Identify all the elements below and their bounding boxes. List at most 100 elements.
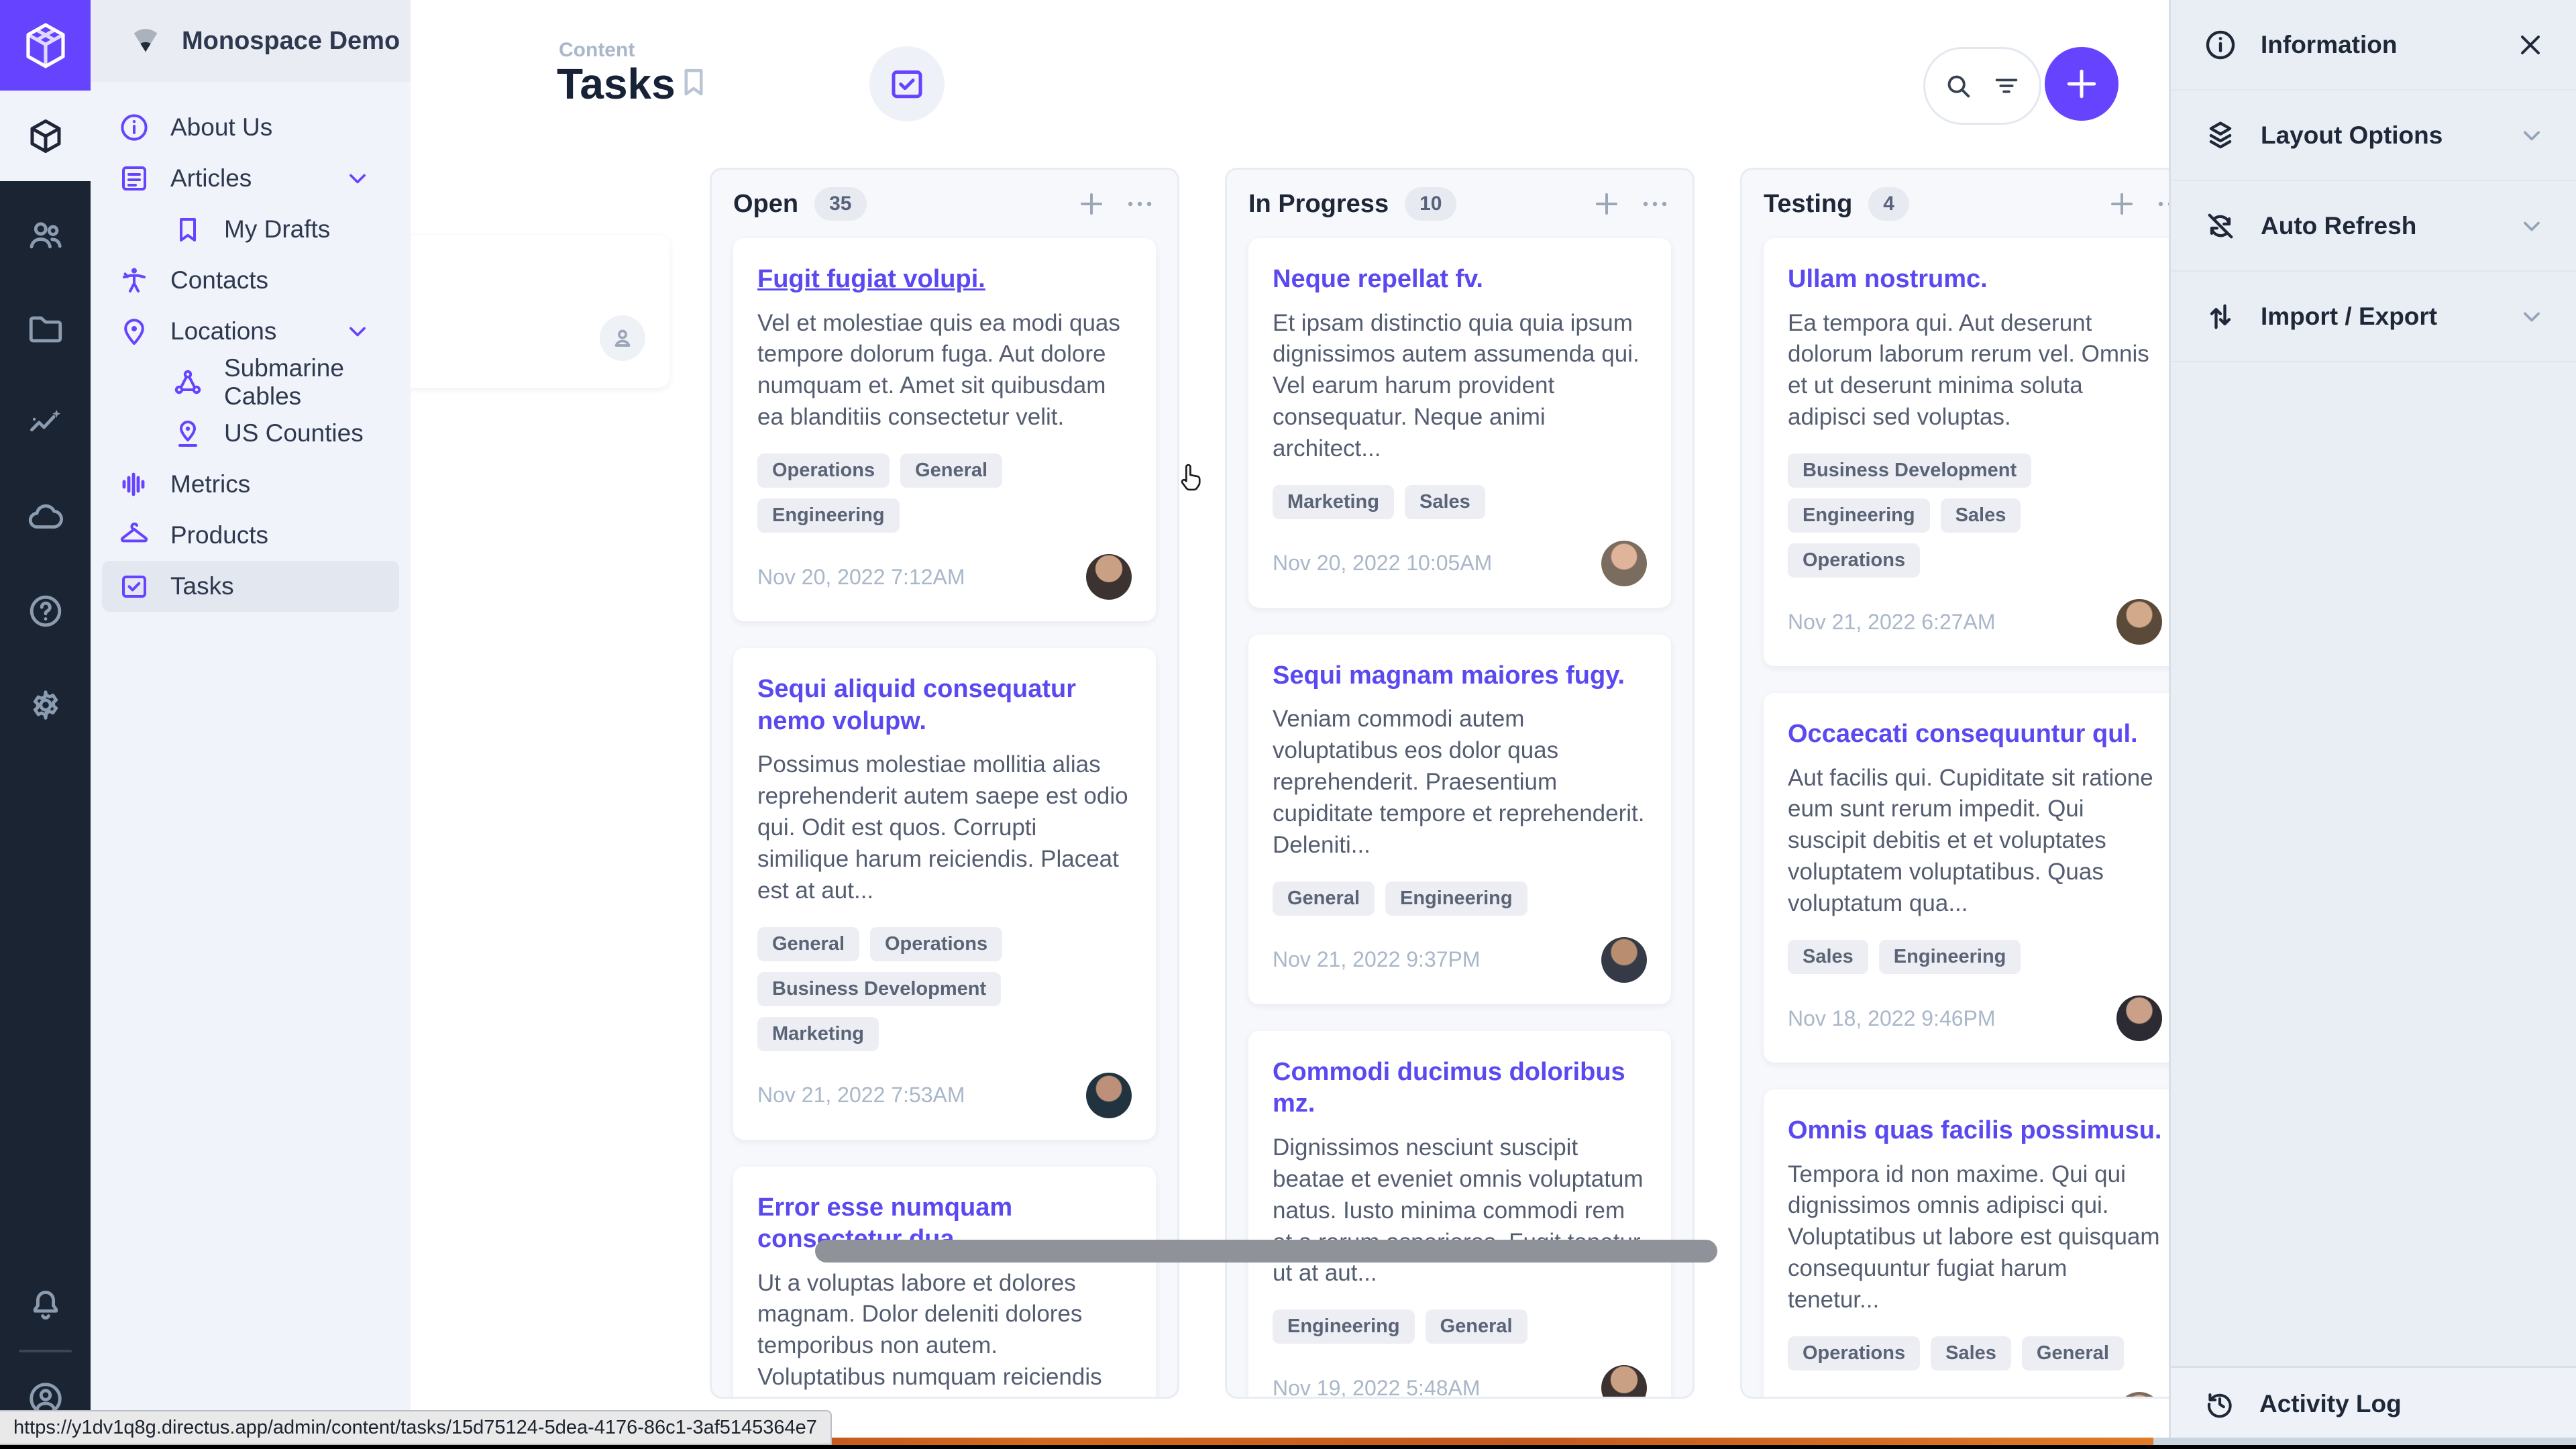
task-description: Veniam commodi autem voluptatibus eos do…	[1273, 704, 1647, 861]
layers-icon	[2203, 118, 2238, 153]
task-title[interactable]: Neque repellat fv.	[1273, 264, 1647, 296]
tag: Operations	[1788, 1336, 1920, 1371]
checkbox-icon	[118, 569, 150, 604]
nav-item-tasks[interactable]: Tasks	[102, 561, 399, 612]
hub-icon	[172, 365, 204, 400]
horizontal-scrollbar[interactable]	[815, 1240, 1717, 1263]
card-list: Ullam nostrumc. Ea tempora qui. Aut dese…	[1764, 238, 2169, 1399]
close-icon[interactable]	[2514, 29, 2546, 61]
bookmark-icon[interactable]	[676, 64, 712, 100]
task-card[interactable]: Ullam nostrumc. Ea tempora qui. Aut dese…	[1764, 238, 2169, 666]
column-menu-button[interactable]	[2154, 188, 2169, 220]
logo[interactable]	[0, 0, 91, 91]
panel-label: Auto Refresh	[2261, 212, 2416, 240]
tag: Sales	[1405, 485, 1485, 519]
nav-item-products[interactable]: Products	[102, 510, 399, 561]
activity-log-button[interactable]: Activity Log	[2171, 1366, 2576, 1440]
add-card-button[interactable]	[1075, 188, 1108, 220]
task-description: Ut a voluptas labore et dolores magnam. …	[757, 1268, 1132, 1399]
nav-item-contacts[interactable]: Contacts	[102, 255, 399, 306]
task-title[interactable]: Sequi aliquid consequatur nemo volupw.	[757, 674, 1132, 737]
assignee-avatar	[1086, 1073, 1132, 1118]
card-list: Fugit fugiat volupi. Vel et molestiae qu…	[733, 238, 1156, 1399]
task-card-partial[interactable]: ished task PM	[411, 235, 669, 388]
history-icon	[2203, 1387, 2237, 1421]
column-count-badge: 10	[1405, 187, 1456, 221]
task-description: Dignissimos nesciunt suscipit beatae et …	[1273, 1132, 1647, 1289]
assignee-avatar	[1601, 937, 1647, 983]
search-icon[interactable]	[1943, 70, 1974, 101]
panel-information[interactable]: Information	[2171, 0, 2576, 91]
nav-item-about-us[interactable]: About Us	[102, 102, 399, 153]
folder-module-icon[interactable]	[0, 310, 91, 349]
nav-item-us-counties[interactable]: US Counties	[102, 408, 399, 459]
task-card[interactable]: Occaecati consequuntur qul. Aut facilis …	[1764, 693, 2169, 1063]
task-card[interactable]: Error esse numquam consectetur dua. Ut a…	[733, 1167, 1156, 1399]
task-card[interactable]: Omnis quas facilis possimusu. Tempora id…	[1764, 1089, 2169, 1399]
nav-item-metrics[interactable]: Metrics	[102, 459, 399, 510]
column-menu-button[interactable]	[1124, 188, 1156, 220]
add-card-button[interactable]	[2106, 188, 2138, 220]
task-title[interactable]: ished task	[411, 260, 645, 292]
task-card[interactable]: Sequi magnam maiores fugy. Veniam commod…	[1248, 635, 1671, 1004]
cloud-module-icon[interactable]	[0, 498, 91, 537]
chevron-down-icon[interactable]	[2517, 211, 2546, 241]
task-card[interactable]: Neque repellat fv. Et ipsam distinctio q…	[1248, 238, 1671, 608]
info-icon	[118, 110, 150, 145]
nav-sidebar: Monospace Demo About Us Articles My Draf…	[91, 0, 411, 1449]
nav-item-label: Products	[170, 521, 268, 549]
project-header[interactable]: Monospace Demo	[91, 0, 411, 82]
nav-item-locations[interactable]: Locations	[102, 306, 399, 357]
task-date: PM	[411, 325, 600, 350]
tag-list: MarketingSales	[1273, 485, 1647, 519]
task-date: Nov 20, 2022 7:12AM	[757, 565, 1086, 590]
task-title[interactable]: Sequi magnam maiores fugy.	[1273, 660, 1647, 692]
column-menu-button[interactable]	[1639, 188, 1671, 220]
users-module-icon[interactable]	[0, 216, 91, 255]
right-sidebar: Information Layout Options Auto Refresh …	[2169, 0, 2576, 1449]
article-icon	[118, 161, 150, 196]
module-content-active[interactable]	[0, 91, 91, 181]
nav-item-my-drafts[interactable]: My Drafts	[102, 204, 399, 255]
task-date: Nov 20, 2022 10:05AM	[1273, 551, 1601, 576]
activity-log-label: Activity Log	[2259, 1390, 2402, 1418]
task-card[interactable]: Fugit fugiat volupi. Vel et molestiae qu…	[733, 238, 1156, 621]
tag: Business Development	[1788, 453, 2031, 488]
chevron-down-icon[interactable]	[343, 317, 372, 346]
chevron-down-icon[interactable]	[2517, 121, 2546, 150]
page-header: Content Tasks	[411, 0, 2169, 164]
chevron-down-icon[interactable]	[343, 164, 372, 193]
search-filter-control[interactable]	[1923, 47, 2041, 125]
task-title[interactable]: Commodi ducimus doloribus mz.	[1273, 1057, 1647, 1120]
bell-icon[interactable]	[0, 1287, 91, 1326]
bookmark-icon	[172, 212, 204, 247]
task-card[interactable]: Sequi aliquid consequatur nemo volupw. P…	[733, 648, 1156, 1139]
task-description: Ea tempora qui. Aut deserunt dolorum lab…	[1788, 308, 2162, 434]
task-date: Nov 21, 2022 9:37PM	[1273, 947, 1601, 972]
settings-module-icon[interactable]	[0, 686, 91, 724]
assignee-avatar	[1601, 1365, 1647, 1399]
task-title[interactable]: Omnis quas facilis possimusu.	[1788, 1115, 2162, 1147]
rail-divider	[19, 1350, 72, 1352]
insights-module-icon[interactable]	[0, 404, 91, 443]
cube-logo-icon	[19, 19, 72, 72]
panel-auto-refresh[interactable]: Auto Refresh	[2171, 181, 2576, 272]
nav-item-label: Tasks	[170, 572, 234, 600]
column-title: In Progress	[1248, 190, 1389, 219]
task-title[interactable]: Occaecati consequuntur qul.	[1788, 718, 2162, 751]
nav-item-articles[interactable]: Articles	[102, 153, 399, 204]
task-title[interactable]: Ullam nostrumc.	[1788, 264, 2162, 296]
filter-icon[interactable]	[1991, 70, 2022, 101]
chevron-down-icon[interactable]	[2517, 302, 2546, 331]
task-card[interactable]: Commodi ducimus doloribus mz. Dignissimo…	[1248, 1031, 1671, 1399]
nav-item-submarine-cables[interactable]: Submarine Cables	[102, 357, 399, 408]
help-module-icon[interactable]	[0, 592, 91, 631]
info-icon	[2203, 28, 2238, 62]
add-item-button[interactable]	[2045, 47, 2118, 121]
task-title[interactable]: Fugit fugiat volupi.	[757, 264, 1132, 296]
assignee-avatar	[2116, 1392, 2162, 1399]
add-card-button[interactable]	[1591, 188, 1623, 220]
tag: Sales	[1941, 498, 2021, 533]
panel-import-export[interactable]: Import / Export	[2171, 272, 2576, 362]
panel-layout-options[interactable]: Layout Options	[2171, 91, 2576, 181]
